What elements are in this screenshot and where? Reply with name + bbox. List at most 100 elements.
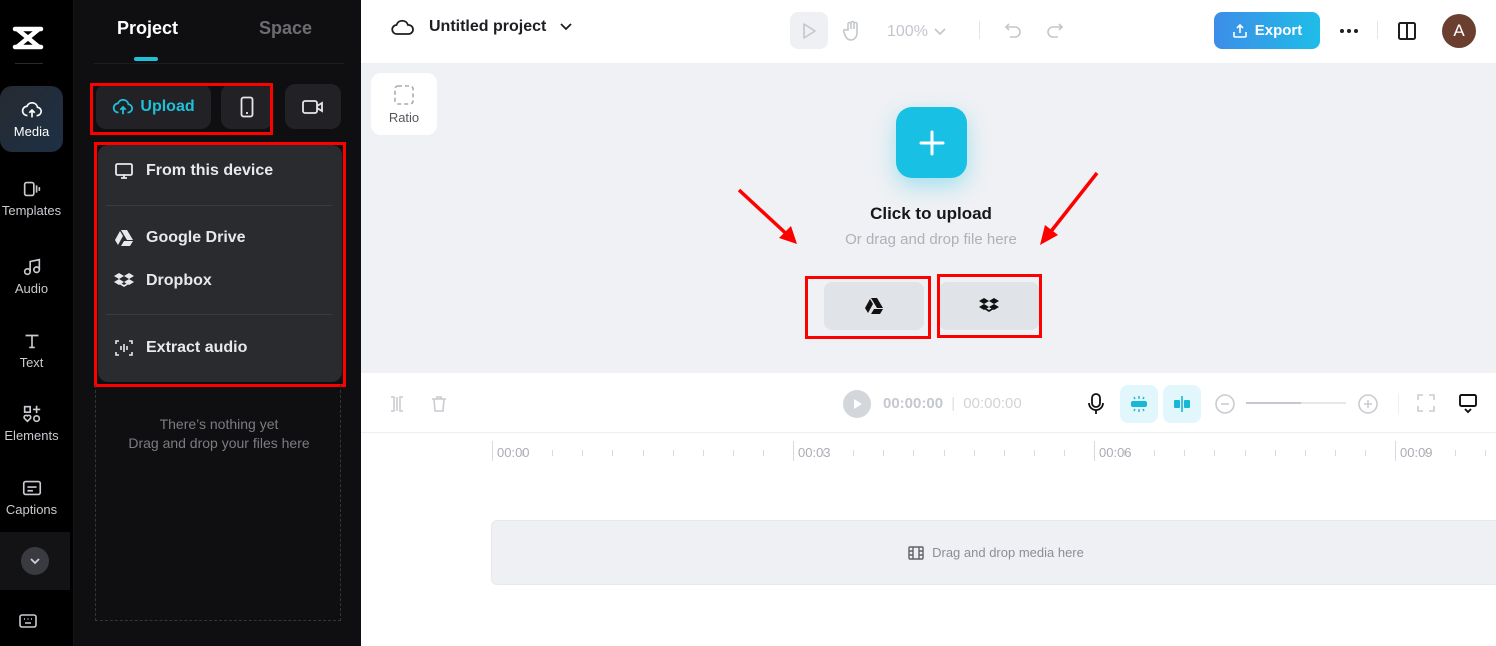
ruler-minor-tick [943, 450, 945, 456]
cloud-upload-icon [21, 101, 42, 118]
hand-icon [842, 20, 858, 41]
monitor-icon [115, 163, 133, 179]
google-drive-button[interactable] [824, 282, 924, 330]
cloud-icon [391, 19, 414, 35]
trash-icon[interactable] [430, 395, 448, 413]
menu-item-extract-audio[interactable]: Extract audio [114, 338, 247, 358]
ratio-label: Ratio [388, 109, 420, 125]
ruler-minor-tick [1063, 450, 1065, 456]
timeline-zoom-slider[interactable] [1246, 402, 1346, 404]
pointer-icon [803, 22, 816, 39]
more-options-icon[interactable] [1339, 28, 1359, 34]
menu-item-from-device[interactable]: From this device [114, 161, 273, 181]
zoom-in-icon[interactable] [1357, 393, 1379, 415]
menu-item-google-drive[interactable]: Google Drive [114, 228, 246, 248]
menu-item-label: Extract audio [146, 339, 248, 356]
redo-icon[interactable] [1046, 21, 1064, 39]
upload-label: Upload [140, 97, 195, 115]
media-panel: Project Space Upload From this device Go… [73, 0, 361, 646]
music-note-icon [23, 258, 40, 276]
tab-project[interactable]: Project [117, 18, 178, 39]
ruler-minor-tick [1425, 450, 1427, 456]
export-label: Export [1254, 22, 1303, 39]
templates-icon [23, 181, 40, 197]
rail-divider [15, 63, 43, 64]
dropbox-icon [114, 273, 134, 287]
rail-label: Captions [5, 502, 58, 517]
ruler-major-tick [492, 441, 493, 461]
rail-more-button[interactable] [0, 532, 70, 590]
ruler-label: 00:00 [497, 445, 530, 460]
click-to-upload-title[interactable]: Click to upload [361, 204, 1496, 224]
ruler-minor-tick [1304, 450, 1306, 456]
rail-label: Templates [1, 203, 62, 218]
rail-item-audio[interactable]: Audio [0, 243, 63, 309]
undo-icon[interactable] [1004, 21, 1022, 39]
timeline-ruler[interactable]: 00:00 00:03 00:06 00:09 [361, 433, 1496, 483]
keyboard-icon[interactable] [18, 612, 38, 630]
ruler-minor-tick [1334, 450, 1336, 456]
fullscreen-icon[interactable] [1417, 394, 1435, 412]
ruler-minor-tick [1364, 450, 1366, 456]
user-avatar[interactable]: A [1442, 14, 1476, 48]
split-icon[interactable] [389, 395, 405, 413]
ruler-minor-tick [732, 450, 734, 456]
ruler-minor-tick [823, 450, 825, 456]
ruler-major-tick [1395, 441, 1396, 461]
avatar-initial: A [1453, 21, 1465, 40]
menu-item-dropbox[interactable]: Dropbox [114, 271, 212, 291]
editor-main: Untitled project 100% Export A Ratio Cli… [361, 0, 1496, 646]
left-rail: Media Templates Audio Text Elements Capt… [0, 0, 73, 646]
rail-item-media[interactable]: Media [0, 86, 63, 152]
layout-panel-icon[interactable] [1397, 21, 1417, 41]
play-button[interactable] [843, 390, 871, 418]
toolbar-divider [1398, 393, 1399, 415]
active-tab-indicator [134, 57, 158, 61]
upload-menu: From this device Google Drive Dropbox Ex… [98, 145, 342, 382]
playback-time: 00:00:00 | 00:00:00 [883, 395, 1022, 412]
ruler-minor-tick [1214, 450, 1216, 456]
phone-upload-button[interactable] [221, 84, 273, 129]
chevron-down-icon [30, 558, 40, 565]
project-title: Untitled project [429, 18, 547, 35]
hand-tool-button[interactable] [839, 12, 865, 49]
add-media-button[interactable] [896, 107, 967, 178]
google-drive-icon [865, 298, 883, 314]
ruler-minor-tick [612, 450, 614, 456]
zoom-level-dropdown[interactable]: 100% [887, 23, 946, 41]
empty-state-hint: Drag and drop your files here [128, 435, 310, 451]
preview-monitor-icon[interactable] [1458, 393, 1478, 415]
split-preview-toggle[interactable] [1163, 385, 1201, 423]
track-placeholder: Drag and drop media here [932, 545, 1084, 560]
select-tool-button[interactable] [790, 12, 828, 49]
rail-item-elements[interactable]: Elements [0, 390, 63, 456]
rail-label: Text [19, 355, 44, 370]
total-time: 00:00:00 [963, 395, 1022, 412]
ruler-minor-tick [913, 450, 915, 456]
media-drop-zone[interactable]: There’s nothing yet Drag and drop your f… [95, 385, 341, 621]
split-align-icon [1174, 396, 1190, 412]
dropbox-button[interactable] [939, 282, 1039, 330]
ruler-minor-tick [552, 450, 554, 456]
export-button[interactable]: Export [1214, 12, 1320, 49]
rail-item-text[interactable]: Text [0, 317, 63, 383]
zoom-out-icon[interactable] [1214, 393, 1236, 415]
record-button[interactable] [285, 84, 341, 129]
google-drive-icon [115, 230, 133, 246]
rail-label: Elements [4, 428, 59, 443]
menu-item-label: From this device [146, 162, 274, 179]
menu-divider [106, 314, 332, 315]
upload-button[interactable]: Upload [96, 84, 211, 129]
dropbox-icon [979, 298, 999, 312]
ruler-minor-tick [1124, 450, 1126, 456]
ratio-button[interactable]: Ratio [371, 73, 437, 135]
ruler-label: 00:09 [1400, 445, 1433, 460]
tab-space[interactable]: Space [259, 18, 312, 39]
rail-item-templates[interactable]: Templates [0, 165, 63, 231]
media-track-drop-zone[interactable]: Drag and drop media here [491, 520, 1496, 585]
auto-snap-toggle[interactable] [1120, 385, 1158, 423]
ruler-minor-tick [522, 450, 524, 456]
microphone-icon[interactable] [1087, 392, 1105, 416]
rail-item-captions[interactable]: Captions [0, 464, 63, 530]
project-title-menu[interactable]: Untitled project [391, 18, 572, 36]
